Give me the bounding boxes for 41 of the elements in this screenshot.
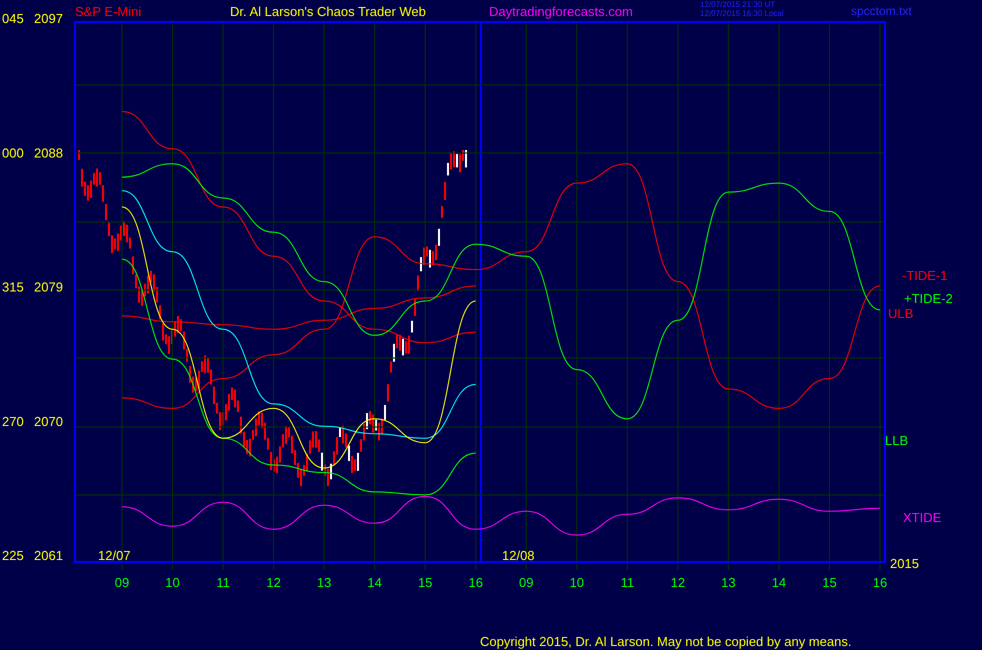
angle-label: 000: [2, 145, 24, 160]
hour-label: 13: [721, 575, 736, 590]
hour-label: 16: [872, 575, 888, 590]
hour-label: 09: [519, 575, 534, 590]
hour-label: 15: [418, 575, 432, 590]
series-label: LLB: [885, 433, 908, 448]
hour-label: 12: [266, 575, 281, 590]
price-label: 2079: [34, 280, 63, 294]
date-label: 12/07: [98, 548, 131, 563]
series-label: -TIDE-1: [902, 268, 948, 283]
angle-label: 225: [2, 548, 24, 564]
series-label: XTIDE: [903, 510, 942, 525]
angle-label: 045: [2, 11, 24, 26]
price-label: 2088: [34, 145, 63, 160]
hour-label: 14: [367, 575, 382, 590]
hour-label: 15: [822, 575, 837, 590]
hour-label: 11: [620, 575, 634, 590]
date-label: 12/08: [502, 548, 535, 563]
website-link[interactable]: Daytradingforecasts.com: [489, 4, 633, 19]
timestamp-ut: 12/07/2015 21:30 UT: [700, 0, 776, 9]
hour-label: 12: [670, 575, 686, 590]
hour-label: 09: [114, 575, 130, 590]
hour-label: 10: [570, 575, 584, 590]
angle-label: 315: [2, 280, 24, 294]
hour-label: 10: [165, 575, 180, 590]
hour-label: 16: [468, 575, 483, 590]
series-label: +TIDE-2: [904, 291, 953, 306]
symbol-title: S&P E-Mini: [75, 4, 142, 19]
year-label: 2015: [890, 556, 919, 571]
price-label: 2070: [34, 414, 63, 429]
hour-label: 11: [216, 575, 230, 590]
series-label: ULB: [888, 306, 914, 321]
angle-label: 270: [2, 414, 24, 429]
timestamp-local: 12/07/2015 16:30 Local: [700, 9, 784, 18]
hour-label: 13: [316, 575, 332, 590]
copyright-notice: Copyright 2015, Dr. Al Larson. May not be copied by any means.: [480, 634, 852, 649]
price-label: 2097: [34, 11, 63, 26]
file-name: spcctom.txt: [851, 4, 912, 18]
price-label: 2061: [34, 548, 63, 564]
chart-title: Dr. Al Larson's Chaos Trader Web: [230, 4, 426, 19]
hour-label: 14: [772, 575, 786, 590]
